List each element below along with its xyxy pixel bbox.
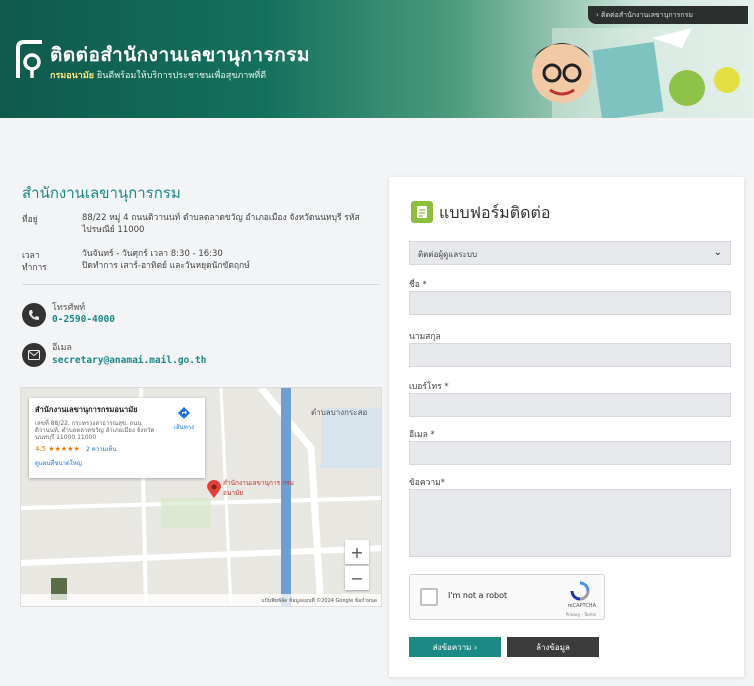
email-field-label: อีเมล * xyxy=(409,430,435,440)
phone-label: โทรศัพท์ xyxy=(52,303,86,313)
directions-icon xyxy=(178,407,190,419)
contact-form-card: แบบฟอร์มติดต่อ ติดต่อผู้ดูแลระบบ ⌄ ชื่อ … xyxy=(389,177,744,677)
recaptcha-brand: reCAPTCHA xyxy=(567,603,596,609)
department-logo-icon xyxy=(16,40,42,78)
first-name-label: ชื่อ * xyxy=(409,280,427,290)
page-title: ติดต่อสำนักงานเลขานุการกรม xyxy=(50,44,311,66)
organization-title: สำนักงานเลขานุการกรม xyxy=(22,184,181,202)
email-field[interactable] xyxy=(409,441,731,465)
phone-number-link[interactable]: 0-2590-4000 xyxy=(52,314,115,325)
section-divider xyxy=(22,284,380,285)
hours-label-2: ทำการ xyxy=(22,263,47,273)
mail-icon xyxy=(22,343,46,367)
recaptcha-label: I'm not a robot xyxy=(448,591,508,600)
brand-name: กรมอนามัย xyxy=(50,71,95,81)
embedded-map[interactable]: สำนักงานเลขานุการ กรมอนามัย ตำบลบางกระสอ… xyxy=(20,387,382,607)
larger-map-link[interactable]: ดูแผนที่ขนาดใหญ่ xyxy=(35,458,199,468)
recipient-select[interactable]: ติดต่อผู้ดูแลระบบ ⌄ xyxy=(409,241,731,265)
tagline: ยินดีพร้อมให้บริการประชาชนเพื่อสุขภาพที่… xyxy=(96,71,267,81)
send-message-button[interactable]: ส่งข้อความ › xyxy=(409,637,501,657)
map-place-card: สำนักงานเลขานุการกรมอนามัย เลขที่ 88/22,… xyxy=(29,398,205,478)
rating-stars: ★★★★★ xyxy=(48,445,80,453)
chevron-down-icon: ⌄ xyxy=(713,247,722,258)
zoom-out-button[interactable]: − xyxy=(345,566,369,590)
phone-icon xyxy=(22,303,46,327)
phone-field[interactable] xyxy=(409,393,731,417)
last-name-label: นามสกุล xyxy=(409,332,441,342)
recaptcha-terms[interactable]: Privacy - Terms xyxy=(566,612,596,617)
message-label: ข้อความ* xyxy=(409,478,446,488)
place-address: เลขที่ 88/22, กระทรวงสาธารณสุข, ถนน ติวา… xyxy=(35,420,155,441)
recipient-select-value: ติดต่อผู้ดูแลระบบ xyxy=(418,250,478,259)
message-textarea[interactable] xyxy=(409,489,731,557)
directions-label: เส้นทาง xyxy=(173,424,195,431)
hours-line-2: ปิดทำการ เสาร์-อาทิตย์ และวันหยุดนักขัตฤ… xyxy=(82,261,250,271)
location-pin-icon[interactable] xyxy=(207,480,221,502)
phone-field-label: เบอร์โทร * xyxy=(409,382,449,392)
place-rating: 4.5 ★★★★★ 2 ความเห็น xyxy=(35,444,199,454)
address-line-2: ไปรษณีย์ 11000 xyxy=(82,225,145,235)
last-name-field[interactable] xyxy=(409,343,731,367)
map-pin-label: สำนักงานเลขานุการ กรมอนามัย xyxy=(223,479,294,497)
map-attribution: แป้นพิมพ์ลัด ข้อมูลแผนที่ ©2024 Google ข… xyxy=(21,594,381,606)
hours-line-1: วันจันทร์ - วันศุกร์ เวลา 8:30 - 16:30 xyxy=(82,249,223,259)
page-banner: › ติดต่อสำนักงานเลขานุการกรม ติดต่อสำนัก… xyxy=(0,0,754,118)
banner-illustration xyxy=(532,28,752,118)
recaptcha-checkbox[interactable] xyxy=(420,588,438,606)
email-label: อีเมล xyxy=(52,343,72,353)
recaptcha-logo-icon xyxy=(570,581,590,601)
first-name-field[interactable] xyxy=(409,291,731,315)
page-subtitle: กรมอนามัย ยินดีพร้อมให้บริการประชาชนเพื่… xyxy=(50,68,266,82)
recaptcha-widget: I'm not a robot reCAPTCHA Privacy - Term… xyxy=(409,574,605,620)
address-line-1: 88/22 หมู่ 4 ถนนติวานนท์ ตำบลตลาดขวัญ อำ… xyxy=(82,213,360,223)
form-title: แบบฟอร์มติดต่อ xyxy=(439,203,551,222)
zoom-in-button[interactable]: + xyxy=(345,540,369,564)
map-area-label: ตำบลบางกระสอ xyxy=(311,408,368,417)
clear-form-button[interactable]: ล้างข้อมูล xyxy=(507,637,599,657)
address-label: ที่อยู่ xyxy=(22,215,38,225)
directions-button[interactable]: เส้นทาง xyxy=(169,406,199,432)
email-link[interactable]: secretary@anamai.mail.go.th xyxy=(52,355,206,366)
reviews-link[interactable]: 2 ความเห็น xyxy=(86,446,117,453)
breadcrumb[interactable]: › ติดต่อสำนักงานเลขานุการกรม xyxy=(588,6,748,24)
form-document-icon xyxy=(411,201,433,223)
rating-value: 4.5 xyxy=(35,445,47,453)
